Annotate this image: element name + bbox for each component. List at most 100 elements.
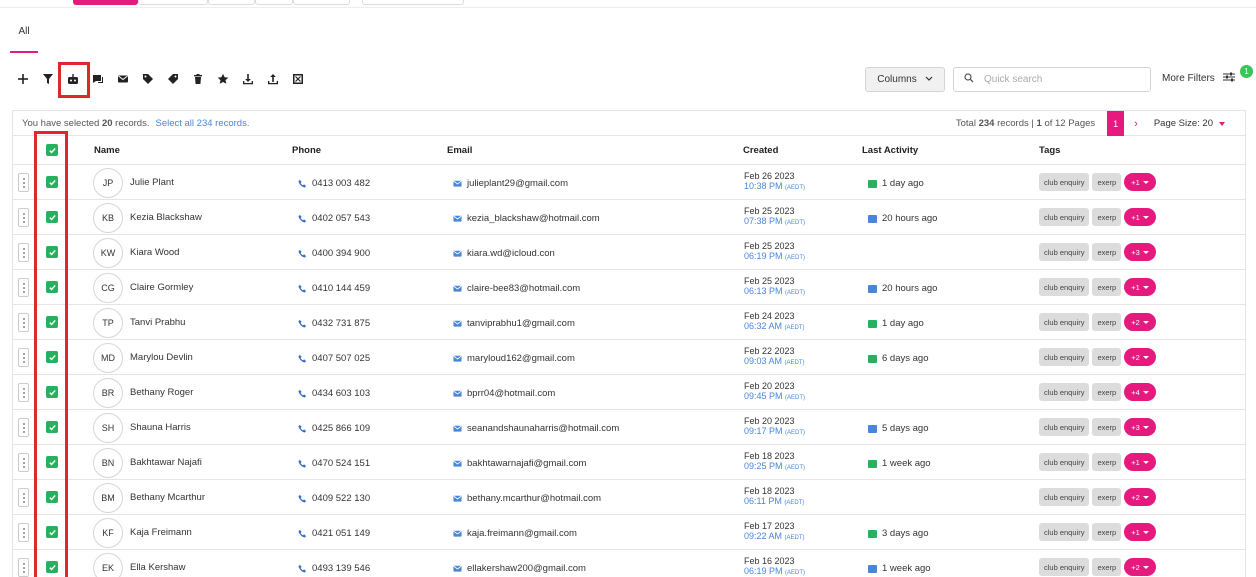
contact-phone[interactable]: 0421 051 149 <box>298 528 370 539</box>
top-tab[interactable] <box>138 0 208 5</box>
tag-chip[interactable]: club enquiry <box>1039 488 1090 506</box>
column-header-created[interactable]: Created <box>743 145 778 156</box>
tag-chip[interactable]: club enquiry <box>1039 278 1090 296</box>
tag-chip[interactable]: exerp <box>1092 173 1122 191</box>
more-tags-button[interactable]: +2 <box>1124 558 1156 576</box>
table-row[interactable]: MD Marylou Devlin 0407 507 025 maryloud1… <box>13 340 1245 375</box>
contact-phone[interactable]: 0410 144 459 <box>298 283 370 294</box>
top-tab[interactable] <box>255 0 293 5</box>
row-menu-icon[interactable] <box>18 313 29 332</box>
top-tab-active[interactable] <box>73 0 138 5</box>
select-all-link[interactable]: Select all 234 records. <box>155 118 249 129</box>
star-icon[interactable] <box>210 68 235 90</box>
tag-chip[interactable]: club enquiry <box>1039 243 1090 261</box>
column-header-phone[interactable]: Phone <box>292 145 321 156</box>
contact-phone[interactable]: 0409 522 130 <box>298 493 370 504</box>
tag-chip[interactable]: club enquiry <box>1039 383 1090 401</box>
more-tags-button[interactable]: +1 <box>1124 453 1156 471</box>
contact-name[interactable]: Bethany Roger <box>130 387 193 398</box>
trash-icon[interactable] <box>185 68 210 90</box>
more-tags-button[interactable]: +4 <box>1124 383 1156 401</box>
contact-email[interactable]: bakhtawarnajafi@gmail.com <box>453 458 586 469</box>
contact-phone[interactable]: 0413 003 482 <box>298 178 370 189</box>
contact-name[interactable]: Tanvi Prabhu <box>130 317 185 328</box>
quick-search[interactable] <box>953 67 1151 92</box>
table-row[interactable]: BR Bethany Roger 0434 603 103 bprr04@hot… <box>13 375 1245 410</box>
row-menu-icon[interactable] <box>18 243 29 262</box>
row-menu-icon[interactable] <box>18 523 29 542</box>
tag-chip[interactable]: club enquiry <box>1039 418 1090 436</box>
table-row[interactable]: BN Bakhtawar Najafi 0470 524 151 bakhtaw… <box>13 445 1245 480</box>
mail-icon[interactable] <box>110 68 135 90</box>
contact-email[interactable]: bethany.mcarthur@hotmail.com <box>453 493 601 504</box>
top-tab[interactable] <box>362 0 464 5</box>
row-menu-icon[interactable] <box>18 173 29 192</box>
columns-button[interactable]: Columns <box>865 67 945 92</box>
contact-email[interactable]: ellakershaw200@gmail.com <box>453 563 586 574</box>
more-tags-button[interactable]: +1 <box>1124 523 1156 541</box>
tag-chip[interactable]: exerp <box>1092 313 1122 331</box>
page-button-1[interactable]: 1 <box>1107 111 1125 136</box>
contact-name[interactable]: Bethany Mcarthur <box>130 492 205 503</box>
more-tags-button[interactable]: +2 <box>1124 313 1156 331</box>
row-menu-icon[interactable] <box>18 418 29 437</box>
column-header-email[interactable]: Email <box>447 145 472 156</box>
column-header-tags[interactable]: Tags <box>1039 145 1060 156</box>
contact-phone[interactable]: 0493 139 546 <box>298 563 370 574</box>
tag-chip[interactable]: club enquiry <box>1039 313 1090 331</box>
page-size-select[interactable]: Page Size: 20 <box>1154 118 1225 129</box>
tag-icon[interactable] <box>135 68 160 90</box>
tag-chip[interactable]: exerp <box>1092 523 1122 541</box>
search-input[interactable] <box>984 74 1134 85</box>
row-menu-icon[interactable] <box>18 453 29 472</box>
tag-chip[interactable]: exerp <box>1092 418 1122 436</box>
contact-email[interactable]: kezia_blackshaw@hotmail.com <box>453 213 600 224</box>
tag-chip[interactable]: exerp <box>1092 488 1122 506</box>
contact-email[interactable]: claire-bee83@hotmail.com <box>453 283 580 294</box>
tag-chip[interactable]: exerp <box>1092 383 1122 401</box>
tag-chip[interactable]: club enquiry <box>1039 208 1090 226</box>
contact-email[interactable]: kaja.freimann@gmail.com <box>453 528 577 539</box>
contact-email[interactable]: seanandshaunaharris@hotmail.com <box>453 423 619 434</box>
tag-chip[interactable]: club enquiry <box>1039 558 1090 576</box>
table-row[interactable]: KF Kaja Freimann 0421 051 149 kaja.freim… <box>13 515 1245 550</box>
column-header-name[interactable]: Name <box>94 145 120 156</box>
tag-chip[interactable]: exerp <box>1092 453 1122 471</box>
contact-name[interactable]: Claire Gormley <box>130 282 193 293</box>
contact-name[interactable]: Ella Kershaw <box>130 562 185 573</box>
contact-name[interactable]: Kezia Blackshaw <box>130 212 202 223</box>
column-header-last-activity[interactable]: Last Activity <box>862 145 918 156</box>
top-tab[interactable] <box>293 0 350 5</box>
contact-name[interactable]: Marylou Devlin <box>130 352 193 363</box>
contact-email[interactable]: tanviprabhu1@gmail.com <box>453 318 575 329</box>
contact-phone[interactable]: 0470 524 151 <box>298 458 370 469</box>
table-row[interactable]: JP Julie Plant 0413 003 482 julieplant29… <box>13 165 1245 200</box>
more-tags-button[interactable]: +3 <box>1124 418 1156 436</box>
tag-chip[interactable]: exerp <box>1092 278 1122 296</box>
row-menu-icon[interactable] <box>18 208 29 227</box>
contact-phone[interactable]: 0425 866 109 <box>298 423 370 434</box>
tag-chip[interactable]: club enquiry <box>1039 173 1090 191</box>
table-row[interactable]: TP Tanvi Prabhu 0432 731 875 tanviprabhu… <box>13 305 1245 340</box>
filter-icon[interactable] <box>35 68 60 90</box>
contact-name[interactable]: Bakhtawar Najafi <box>130 457 202 468</box>
more-filters-button[interactable]: More Filters <box>1162 72 1235 85</box>
tag-chip[interactable]: club enquiry <box>1039 523 1090 541</box>
contact-name[interactable]: Kaja Freimann <box>130 527 192 538</box>
row-menu-icon[interactable] <box>18 488 29 507</box>
contact-email[interactable]: kiara.wd@icloud.con <box>453 248 555 259</box>
row-menu-icon[interactable] <box>18 278 29 297</box>
more-tags-button[interactable]: +3 <box>1124 243 1156 261</box>
download-icon[interactable] <box>235 68 260 90</box>
contact-phone[interactable]: 0407 507 025 <box>298 353 370 364</box>
contact-email[interactable]: bprr04@hotmail.com <box>453 388 555 399</box>
tag-chip[interactable]: exerp <box>1092 243 1122 261</box>
more-tags-button[interactable]: +2 <box>1124 348 1156 366</box>
tab-all[interactable]: All <box>10 26 38 53</box>
tag-chip[interactable]: exerp <box>1092 208 1122 226</box>
tag-chip[interactable]: club enquiry <box>1039 348 1090 366</box>
chevron-right-icon[interactable]: › <box>1134 118 1138 130</box>
table-row[interactable]: SH Shauna Harris 0425 866 109 seanandsha… <box>13 410 1245 445</box>
contact-phone[interactable]: 0432 731 875 <box>298 318 370 329</box>
table-row[interactable]: EK Ella Kershaw 0493 139 546 ellakershaw… <box>13 550 1245 577</box>
